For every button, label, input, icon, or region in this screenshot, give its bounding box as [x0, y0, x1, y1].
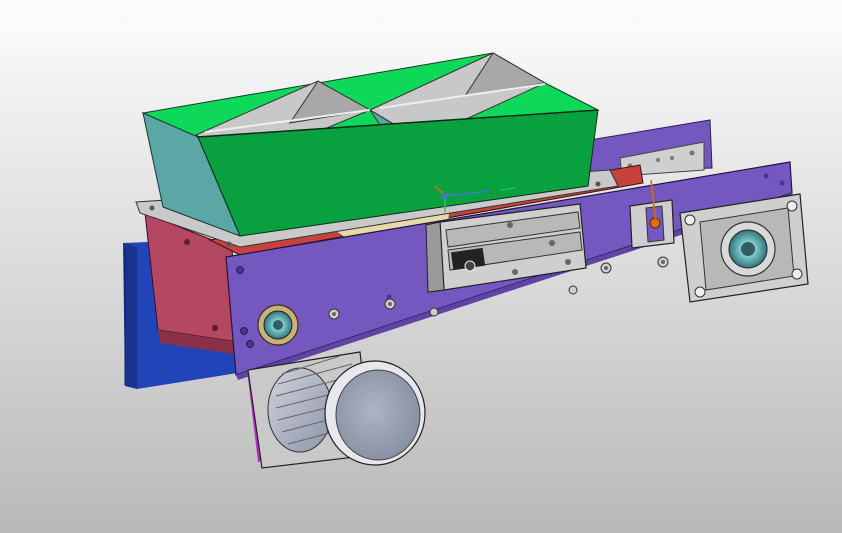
- bearing-housing-right[interactable]: [679, 193, 809, 303]
- cad-viewport[interactable]: [0, 0, 842, 533]
- drive-motor[interactable]: [247, 351, 426, 469]
- bearing-housing-left[interactable]: [257, 304, 299, 346]
- cad-model-canvas[interactable]: [0, 0, 842, 533]
